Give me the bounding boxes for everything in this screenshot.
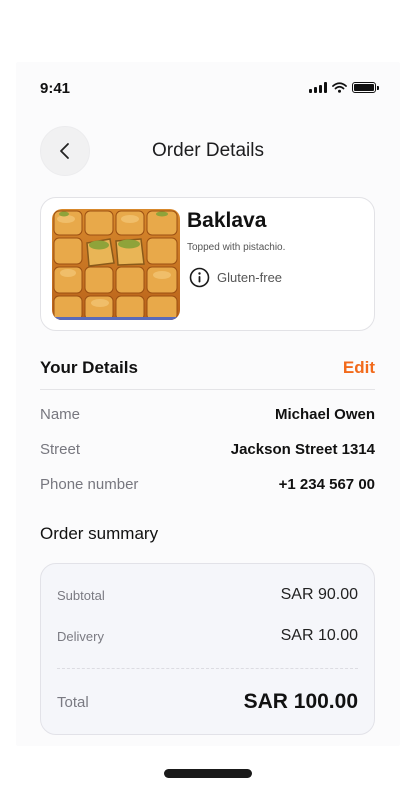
product-description: Topped with pistachio. (187, 242, 286, 253)
dietary-tag-label: Gluten-free (217, 270, 283, 285)
detail-row-phone: Phone number +1 234 567 00 (40, 476, 375, 493)
home-indicator[interactable] (164, 769, 252, 778)
subtotal-value: SAR 90.00 (280, 586, 358, 603)
detail-label: Phone number (40, 476, 139, 493)
status-time: 9:41 (40, 80, 71, 97)
status-icons (309, 82, 379, 93)
total-value: SAR 100.00 (243, 690, 358, 713)
detail-row-name: Name Michael Owen (40, 406, 375, 423)
order-summary-title: Order summary (40, 524, 159, 543)
page-title: Order Details (152, 140, 264, 161)
edit-details-button[interactable]: Edit (343, 358, 375, 378)
detail-label: Street (40, 441, 81, 458)
your-details-title: Your Details (40, 358, 138, 377)
detail-value: Michael Owen (274, 406, 375, 423)
detail-row-street: Street Jackson Street 1314 (40, 441, 375, 458)
product-name: Baklava (187, 209, 267, 232)
product-image (52, 209, 180, 320)
detail-label: Name (40, 406, 81, 423)
app-screen: 9:41 Order Details Baklava Topped with p… (16, 62, 400, 746)
total-label: Total (57, 693, 89, 711)
subtotal-row: Subtotal SAR 90.00 (57, 586, 358, 604)
detail-value: Jackson Street 1314 (230, 441, 375, 458)
order-summary-card: Subtotal SAR 90.00 Delivery SAR 10.00 To… (40, 563, 375, 735)
delivery-row: Delivery SAR 10.00 (57, 627, 358, 645)
details-divider (40, 389, 375, 390)
subtotal-label: Subtotal (57, 587, 105, 603)
product-card[interactable]: Baklava Topped with pistachio. Gluten-fr… (40, 197, 375, 331)
delivery-label: Delivery (57, 628, 104, 644)
dietary-tag: Gluten-free (189, 267, 282, 288)
wifi-icon (332, 82, 347, 93)
summary-divider (57, 668, 358, 669)
detail-value: +1 234 567 00 (278, 476, 375, 493)
battery-icon (352, 82, 379, 93)
delivery-value: SAR 10.00 (280, 627, 358, 644)
info-icon (189, 267, 210, 288)
cellular-signal-icon (309, 82, 327, 93)
total-row: Total SAR 100.00 (57, 690, 358, 714)
